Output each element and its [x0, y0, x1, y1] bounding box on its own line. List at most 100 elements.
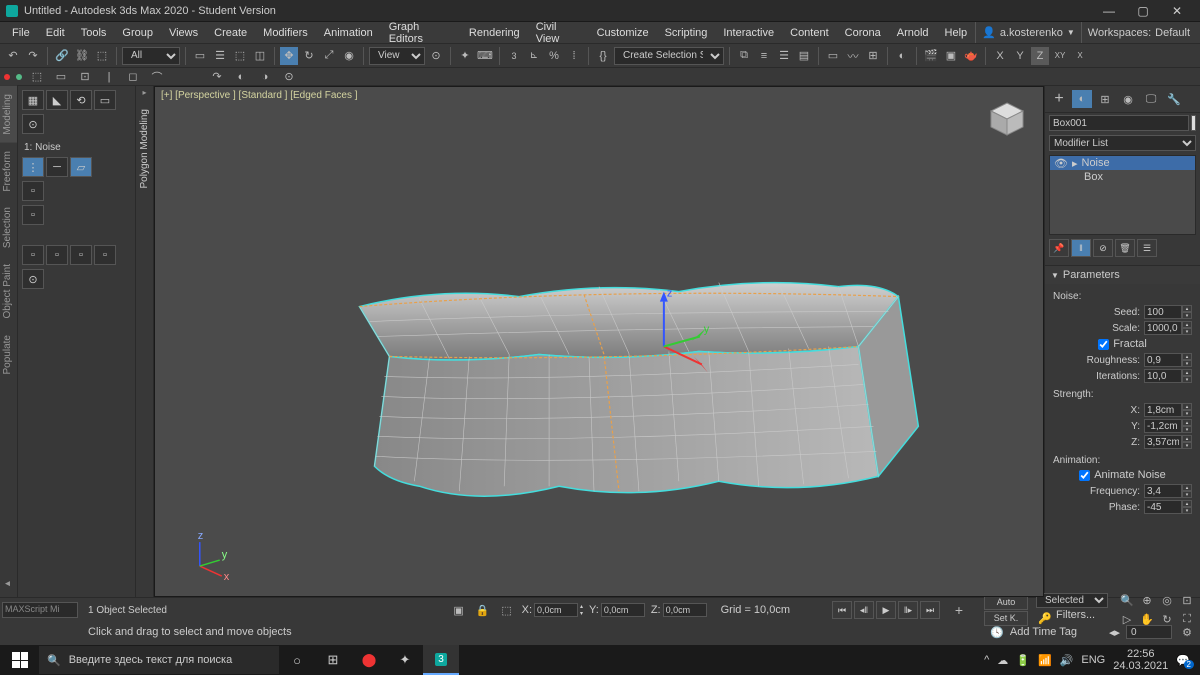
- manipulate-button[interactable]: ✦: [456, 47, 474, 65]
- configure-button[interactable]: ☰: [1137, 239, 1157, 257]
- y-input[interactable]: [601, 603, 645, 617]
- viewport-nav-icon[interactable]: 🔍: [1118, 592, 1136, 610]
- battery-icon[interactable]: 🔋: [1016, 654, 1030, 667]
- percent-snap-button[interactable]: %: [545, 47, 563, 65]
- subobject-icon[interactable]: ⊙: [22, 114, 44, 134]
- goto-end-button[interactable]: ⏭: [920, 601, 940, 619]
- taskbar-clock[interactable]: 22:56 24.03.2021: [1113, 648, 1168, 672]
- subtool-icon[interactable]: ▫: [22, 245, 44, 265]
- taskbar-app-3dsmax[interactable]: 3: [423, 645, 459, 675]
- viewport-nav-icon[interactable]: ◎: [1158, 592, 1176, 610]
- menu-views[interactable]: Views: [161, 25, 206, 41]
- spinner-snap-button[interactable]: ⁞: [565, 47, 583, 65]
- layers-button[interactable]: ☰: [775, 47, 793, 65]
- selection-set-dropdown[interactable]: Create Selection Set: [614, 47, 724, 65]
- show-end-button[interactable]: ‖: [1071, 239, 1091, 257]
- subtool-icon[interactable]: ▫: [22, 205, 44, 225]
- rollout-header[interactable]: ▼ Parameters: [1045, 266, 1200, 284]
- subtool-icon[interactable]: ▫: [70, 245, 92, 265]
- tool-icon[interactable]: ⬚: [28, 68, 46, 86]
- wifi-icon[interactable]: 📶: [1038, 654, 1052, 667]
- pivot-button[interactable]: ⊙: [427, 47, 445, 65]
- object-name-field[interactable]: [1049, 115, 1189, 131]
- select-region-button[interactable]: ⬚: [231, 47, 249, 65]
- tool-icon[interactable]: |: [100, 68, 118, 86]
- poly-attach-icon[interactable]: ▭: [94, 90, 116, 110]
- time-tag-label[interactable]: Add Time Tag: [1010, 626, 1077, 638]
- remove-mod-button[interactable]: 🗑: [1115, 239, 1135, 257]
- render-setup-button[interactable]: 🎬: [922, 47, 940, 65]
- render-button[interactable]: 🫖: [962, 47, 980, 65]
- ribbon-button[interactable]: ▭: [824, 47, 842, 65]
- prev-frame-button[interactable]: ◂‖: [854, 601, 874, 619]
- taskbar-app-yandex[interactable]: ⬤: [351, 645, 387, 675]
- tab-selection[interactable]: Selection: [0, 199, 17, 256]
- taskbar-app-copilot[interactable]: ✦: [387, 645, 423, 675]
- tool-icon[interactable]: ▭: [52, 68, 70, 86]
- subtool-icon[interactable]: ▫: [22, 181, 44, 201]
- menu-civilview[interactable]: Civil View: [528, 19, 589, 47]
- stack-item-box[interactable]: Box: [1050, 170, 1195, 184]
- placement-button[interactable]: ◉: [340, 47, 358, 65]
- strength-z-spinner[interactable]: ▴▾: [1144, 435, 1192, 449]
- schematic-button[interactable]: ⊞: [864, 47, 882, 65]
- eye-icon[interactable]: 👁: [1054, 157, 1068, 170]
- vertex-icon[interactable]: ⋮: [22, 157, 44, 177]
- tool-icon[interactable]: ◑: [256, 68, 274, 86]
- strength-x-spinner[interactable]: ▴▾: [1144, 403, 1192, 417]
- menu-group[interactable]: Group: [114, 25, 161, 41]
- workspace-selector[interactable]: Workspaces: Default: [1081, 22, 1196, 43]
- menu-arnold[interactable]: Arnold: [889, 25, 937, 41]
- window-crossing-button[interactable]: ◫: [251, 47, 269, 65]
- utilities-tab[interactable]: 🔧: [1164, 90, 1184, 108]
- animate-noise-checkbox[interactable]: Animate Noise: [1053, 469, 1192, 481]
- selection-filter[interactable]: All: [122, 47, 180, 65]
- onedrive-icon[interactable]: ☁: [997, 654, 1008, 667]
- menu-modifiers[interactable]: Modifiers: [255, 25, 316, 41]
- menu-grapheditors[interactable]: Graph Editors: [381, 19, 461, 47]
- tab-expand-icon[interactable]: ▸: [0, 570, 17, 597]
- hierarchy-tab[interactable]: ⊞: [1095, 90, 1115, 108]
- object-color-swatch[interactable]: [1191, 115, 1196, 131]
- subtool-icon[interactable]: ⊙: [22, 269, 44, 289]
- transform-type-button[interactable]: ⬚: [498, 601, 516, 619]
- menu-help[interactable]: Help: [937, 25, 976, 41]
- unlink-button[interactable]: ⛓: [73, 47, 91, 65]
- viewport-nav-icon[interactable]: ⊕: [1138, 592, 1156, 610]
- named-sets-button[interactable]: {}: [594, 47, 612, 65]
- key-mode-button[interactable]: +: [946, 601, 972, 619]
- goto-start-button[interactable]: ⏮: [832, 601, 852, 619]
- taskbar-search[interactable]: 🔍 Введите здесь текст для поиска: [39, 646, 279, 674]
- roughness-spinner[interactable]: ▴▾: [1144, 353, 1192, 367]
- menu-animation[interactable]: Animation: [316, 25, 381, 41]
- stack-item-noise[interactable]: 👁 ▸ Noise: [1050, 156, 1195, 170]
- face-icon[interactable]: ▱: [70, 157, 92, 177]
- redo-button[interactable]: ↷: [24, 47, 42, 65]
- maximize-button[interactable]: ▢: [1126, 0, 1160, 22]
- x-axis-button[interactable]: X: [991, 47, 1009, 65]
- select-object-button[interactable]: ▭: [191, 47, 209, 65]
- start-button[interactable]: [2, 645, 38, 675]
- curve-editor-button[interactable]: 〰: [844, 47, 862, 65]
- angle-snap-button[interactable]: ⊾: [525, 47, 543, 65]
- layer-explorer-button[interactable]: ▤: [795, 47, 813, 65]
- tab-populate[interactable]: Populate: [0, 327, 17, 382]
- z-input[interactable]: [663, 603, 707, 617]
- fractal-checkbox[interactable]: Fractal: [1053, 338, 1192, 350]
- language-indicator[interactable]: ENG: [1081, 654, 1105, 666]
- motion-tab[interactable]: ◉: [1118, 90, 1138, 108]
- pin-stack-button[interactable]: 📌: [1049, 239, 1069, 257]
- keyboard-button[interactable]: ⌨: [476, 47, 494, 65]
- next-frame-button[interactable]: ‖▸: [898, 601, 918, 619]
- frame-nav-icon[interactable]: ◂▸: [1109, 626, 1120, 639]
- menu-corona[interactable]: Corona: [837, 25, 889, 41]
- close-button[interactable]: ✕: [1160, 0, 1194, 22]
- scale-spinner[interactable]: ▴▾: [1144, 321, 1192, 335]
- modify-tab[interactable]: ◐: [1072, 90, 1092, 108]
- current-frame-input[interactable]: [1126, 625, 1172, 639]
- ref-coord-system[interactable]: View: [369, 47, 425, 65]
- tab-freeform[interactable]: Freeform: [0, 143, 17, 200]
- tool-icon[interactable]: ⊙: [280, 68, 298, 86]
- snap-button[interactable]: 3: [505, 47, 523, 65]
- select-name-button[interactable]: ☰: [211, 47, 229, 65]
